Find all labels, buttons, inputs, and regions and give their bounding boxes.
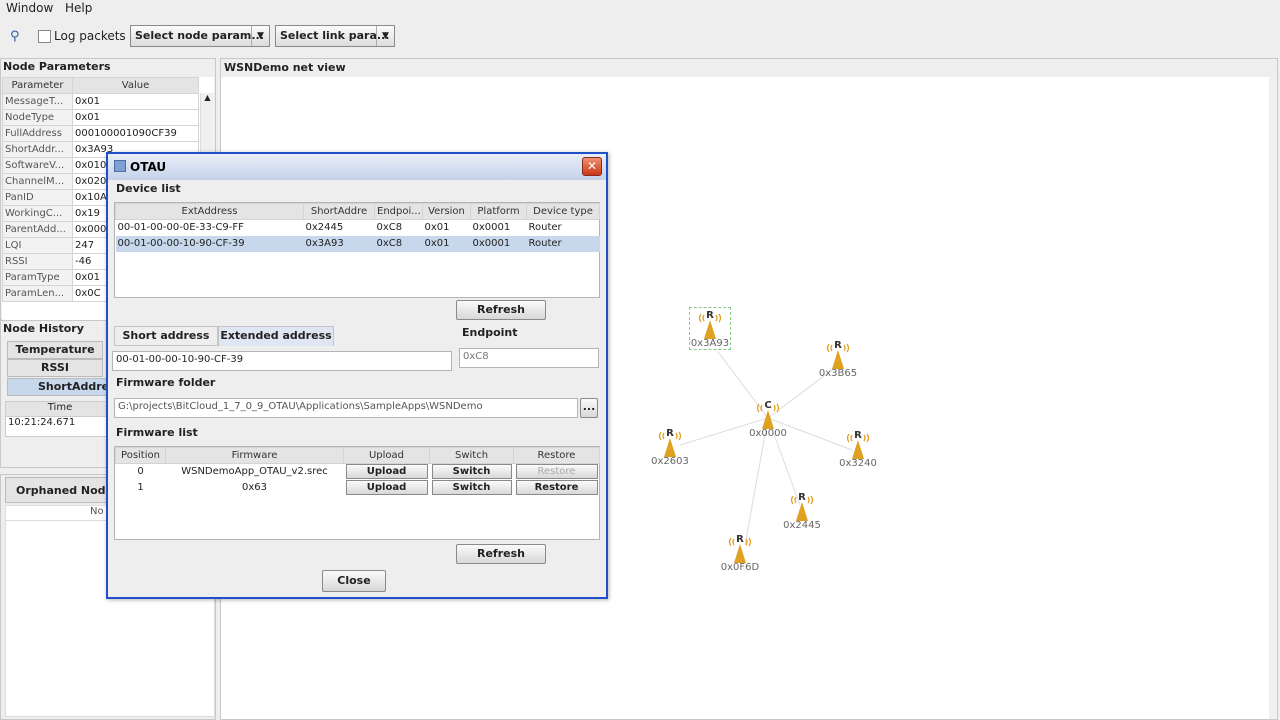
endpoint-field[interactable]: 0xC8 — [459, 348, 599, 368]
device-row[interactable]: 00-01-00-00-10-90-CF-39 0x3A93 0xC8 0x01 0x0… — [115, 235, 600, 252]
node-type-letter: R — [736, 534, 744, 545]
dialog-titlebar[interactable]: OTAU ✕ — [108, 154, 606, 180]
device-table-wrap: ExtAddress ShortAddre Endpoi... Version Plat… — [114, 202, 600, 298]
otau-dialog: OTAU ✕ Device list ExtAddress ShortAddre E… — [106, 152, 608, 599]
device-header[interactable]: Platform — [470, 203, 527, 220]
device-header[interactable]: Device type — [526, 203, 600, 220]
firmware-list-label: Firmware list — [116, 426, 198, 439]
firmware-folder-label: Firmware folder — [116, 376, 216, 389]
network-node[interactable]: C 0x0000 — [738, 398, 798, 439]
firmware-table-wrap: Position Firmware Upload Switch Restore 0 WSN… — [114, 446, 600, 540]
device-cell: 0x0001 — [472, 238, 511, 249]
device-cell: 0x3A93 — [305, 238, 344, 249]
endpoint-label: Endpoint — [462, 326, 518, 339]
network-node[interactable]: R 0x2603 — [640, 426, 700, 467]
device-cell: 00-01-00-00-0E-33-C9-FF — [117, 222, 244, 234]
firmware-header[interactable]: Upload — [343, 447, 430, 464]
device-cell: Router — [528, 222, 562, 234]
node-type-letter: C — [764, 400, 772, 411]
firmware-header[interactable]: Switch — [429, 447, 514, 464]
device-cell: 0x01 — [424, 238, 450, 249]
device-header[interactable]: ShortAddre — [303, 203, 375, 220]
firmware-table: Position Firmware Upload Switch Restore 0 WSN… — [115, 447, 600, 496]
address-field[interactable]: 00-01-00-00-10-90-CF-39 — [112, 351, 452, 371]
node-type-letter: R — [854, 430, 862, 441]
device-cell: 0xC8 — [376, 222, 403, 234]
upload-button[interactable]: Upload — [345, 464, 428, 480]
router-icon: R — [695, 308, 725, 340]
device-cell: 0x01 — [424, 222, 450, 234]
firmware-row[interactable]: 1 0x63 Upload Switch Restore — [116, 480, 600, 496]
node-type-letter: R — [798, 492, 806, 503]
device-cell: 0x0001 — [472, 222, 511, 234]
firmware-position: 0 — [137, 466, 144, 478]
restore-button: Restore — [515, 464, 598, 480]
node-type-letter: R — [666, 428, 674, 439]
coordinator-icon: C — [753, 398, 783, 430]
device-row[interactable]: 00-01-00-00-0E-33-C9-FF 0x2445 0xC8 0x01 0x0… — [116, 220, 600, 236]
router-icon: R — [787, 490, 817, 522]
firmware-header[interactable]: Position — [115, 447, 166, 464]
dialog-title: OTAU — [130, 160, 167, 174]
network-node[interactable]: R 0x0F6D — [710, 532, 770, 573]
network-node[interactable]: R 0x2445 — [772, 490, 832, 531]
close-icon[interactable]: ✕ — [582, 157, 602, 176]
device-header[interactable]: ExtAddress — [115, 203, 304, 220]
device-header[interactable]: Endpoi... — [374, 203, 423, 220]
switch-button[interactable]: Switch — [431, 480, 512, 495]
device-list-label: Device list — [116, 182, 181, 195]
network-node[interactable]: R 0x3240 — [828, 428, 888, 469]
firmware-header[interactable]: Firmware — [165, 447, 344, 464]
tab-short-address[interactable]: Short address — [114, 326, 218, 346]
upload-button[interactable]: Upload — [345, 480, 428, 495]
close-button[interactable]: Close — [322, 570, 386, 592]
firmware-folder-path[interactable]: G:\projects\BitCloud_1_7_0_9_OTAU\Applic… — [114, 398, 578, 418]
firmware-name: 0x63 — [241, 482, 267, 493]
firmware-position: 1 — [137, 482, 144, 493]
restore-button[interactable]: Restore — [515, 480, 598, 495]
firmware-row[interactable]: 0 WSNDemoApp_OTAU_v2.srec Upload Switch Rest… — [116, 464, 600, 480]
node-type-letter: R — [834, 340, 842, 351]
router-icon: R — [843, 428, 873, 460]
app-icon — [114, 160, 126, 172]
device-cell: 00-01-00-00-10-90-CF-39 — [117, 238, 245, 249]
refresh-firmware-button[interactable]: Refresh — [456, 544, 546, 564]
device-cell: Router — [528, 238, 562, 249]
router-icon: R — [823, 338, 853, 370]
firmware-name: WSNDemoApp_OTAU_v2.srec — [181, 466, 328, 478]
router-icon: R — [655, 426, 685, 458]
node-type-letter: R — [706, 310, 714, 321]
router-icon: R — [725, 532, 755, 564]
browse-button[interactable]: ... — [580, 398, 598, 418]
device-header[interactable]: Version — [422, 203, 471, 220]
network-node[interactable]: R 0x3A93 — [689, 307, 731, 350]
switch-button[interactable]: Switch — [431, 464, 512, 480]
firmware-header[interactable]: Restore — [513, 447, 600, 464]
network-node[interactable]: R 0x3B65 — [808, 338, 868, 379]
tab-extended-address[interactable]: Extended address — [218, 326, 334, 346]
device-table: ExtAddress ShortAddre Endpoi... Version Plat… — [115, 203, 600, 252]
device-cell: 0xC8 — [376, 238, 403, 249]
refresh-devices-button[interactable]: Refresh — [456, 300, 546, 320]
device-cell: 0x2445 — [305, 222, 344, 234]
